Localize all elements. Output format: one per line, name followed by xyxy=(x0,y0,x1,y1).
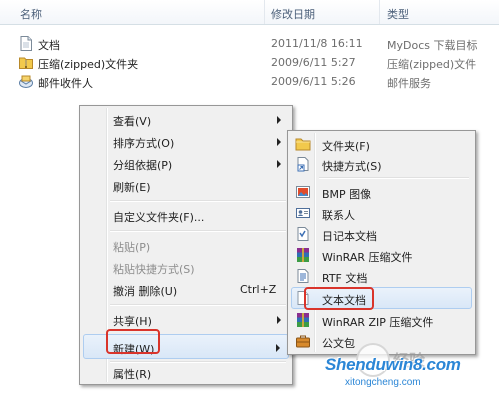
menu-item-properties[interactable]: 属性(R) xyxy=(83,362,289,383)
menu-item-refresh[interactable]: 刷新(E) xyxy=(83,175,289,196)
menu-item-label: 属性(R) xyxy=(113,368,152,381)
submenu-arrow-icon xyxy=(277,316,281,324)
column-header: 名称 修改日期 类型 xyxy=(0,0,499,25)
contact-icon xyxy=(296,208,310,218)
mail-recipient-icon xyxy=(19,75,33,88)
menu-item-sort-by[interactable]: 排序方式(O) xyxy=(83,131,289,152)
submenu-item-journal[interactable]: 日记本文档 xyxy=(291,224,472,245)
shortcut-icon xyxy=(297,157,309,172)
menu-item-label: 排序方式(O) xyxy=(113,137,175,150)
highlight-frame-new xyxy=(106,329,160,354)
file-type: MyDocs 下载目标 xyxy=(387,39,478,52)
file-date: 2009/6/11 5:27 xyxy=(271,56,356,69)
column-divider[interactable] xyxy=(264,0,265,24)
file-row[interactable]: 压缩(zipped)文件夹 2009/6/11 5:27 压缩(zipped)文… xyxy=(0,54,499,72)
bmp-image-icon xyxy=(296,186,310,198)
file-type: 邮件服务 xyxy=(387,77,431,90)
submenu-item-winrar[interactable]: WinRAR 压缩文件 xyxy=(291,245,472,266)
submenu-item-shortcut[interactable]: 快捷方式(S) xyxy=(291,154,472,175)
file-name: 压缩(zipped)文件夹 xyxy=(38,58,139,71)
column-name-header[interactable]: 名称 xyxy=(20,6,42,22)
winrar-zip-icon xyxy=(297,313,309,327)
watermark-site: Shenduwin8.com xyxy=(325,355,461,374)
submenu-arrow-icon xyxy=(276,344,280,352)
submenu-item-rtf[interactable]: RTF 文档 xyxy=(291,266,472,287)
document-icon xyxy=(20,36,32,51)
file-row[interactable]: 邮件收件人 2009/6/11 5:26 邮件服务 xyxy=(0,73,499,91)
new-submenu: 文件夹(F) 快捷方式(S) BMP 图像 联系人 日记本文档 WinRAR 压… xyxy=(287,130,476,355)
submenu-arrow-icon xyxy=(277,160,281,168)
winrar-icon xyxy=(297,248,309,262)
menu-item-label: 刷新(E) xyxy=(113,181,151,194)
menu-item-customize-folder[interactable]: 自定义文件夹(F)... xyxy=(83,205,289,226)
menu-item-label: 公文包 xyxy=(322,337,355,350)
menu-item-share[interactable]: 共享(H) xyxy=(83,309,289,330)
highlight-frame-text-document xyxy=(304,287,374,310)
submenu-item-bmp-image[interactable]: BMP 图像 xyxy=(291,182,472,203)
column-date-header[interactable]: 修改日期 xyxy=(271,6,315,22)
submenu-item-folder[interactable]: 文件夹(F) xyxy=(291,134,472,155)
menu-item-label: BMP 图像 xyxy=(322,188,372,201)
menu-item-label: 快捷方式(S) xyxy=(322,160,382,173)
menu-item-view[interactable]: 查看(V) xyxy=(83,109,289,130)
menu-separator xyxy=(110,304,286,306)
zip-folder-icon xyxy=(19,57,33,69)
menu-separator xyxy=(319,177,469,179)
menu-item-label: RTF 文档 xyxy=(322,272,368,285)
file-name: 文档 xyxy=(38,39,60,52)
menu-item-shortcut: Ctrl+Z xyxy=(240,283,277,296)
file-type: 压缩(zipped)文件 xyxy=(387,58,477,71)
submenu-arrow-icon xyxy=(277,116,281,124)
column-divider[interactable] xyxy=(379,0,380,24)
menu-separator xyxy=(110,230,286,232)
menu-item-label: 撤消 删除(U) xyxy=(113,285,178,298)
menu-item-undo-delete[interactable]: 撤消 删除(U) Ctrl+Z xyxy=(83,279,289,300)
submenu-arrow-icon xyxy=(277,138,281,146)
menu-item-label: 粘贴(P) xyxy=(113,241,151,254)
rtf-icon xyxy=(297,269,309,283)
watermark-subsite: xitongcheng.com xyxy=(345,377,421,388)
menu-item-group-by[interactable]: 分组依据(P) xyxy=(83,153,289,174)
file-row[interactable]: 文档 2011/11/8 16:11 MyDocs 下载目标 xyxy=(0,35,499,53)
menu-item-label: 共享(H) xyxy=(113,315,152,328)
submenu-item-contact[interactable]: 联系人 xyxy=(291,203,472,224)
menu-item-label: 分组依据(P) xyxy=(113,159,173,172)
menu-item-label: 联系人 xyxy=(322,209,355,222)
menu-item-label: 文件夹(F) xyxy=(322,140,370,153)
menu-item-label: 查看(V) xyxy=(113,115,152,128)
menu-item-paste-shortcut: 粘贴快捷方式(S) xyxy=(83,257,289,278)
menu-item-label: 日记本文档 xyxy=(322,230,377,243)
submenu-item-winrar-zip[interactable]: WinRAR ZIP 压缩文件 xyxy=(291,310,472,331)
journal-icon xyxy=(297,227,309,241)
menu-item-label: WinRAR 压缩文件 xyxy=(322,251,413,264)
briefcase-icon xyxy=(296,335,310,348)
menu-item-label: 粘贴快捷方式(S) xyxy=(113,263,195,276)
menu-separator xyxy=(110,200,286,202)
menu-item-label: WinRAR ZIP 压缩文件 xyxy=(322,316,434,329)
menu-item-label: 自定义文件夹(F)... xyxy=(113,211,205,224)
folder-icon xyxy=(295,138,311,151)
menu-item-paste: 粘贴(P) xyxy=(83,235,289,256)
file-name: 邮件收件人 xyxy=(38,77,93,90)
file-date: 2011/11/8 16:11 xyxy=(271,37,363,50)
column-type-header[interactable]: 类型 xyxy=(387,6,409,22)
file-date: 2009/6/11 5:26 xyxy=(271,75,356,88)
